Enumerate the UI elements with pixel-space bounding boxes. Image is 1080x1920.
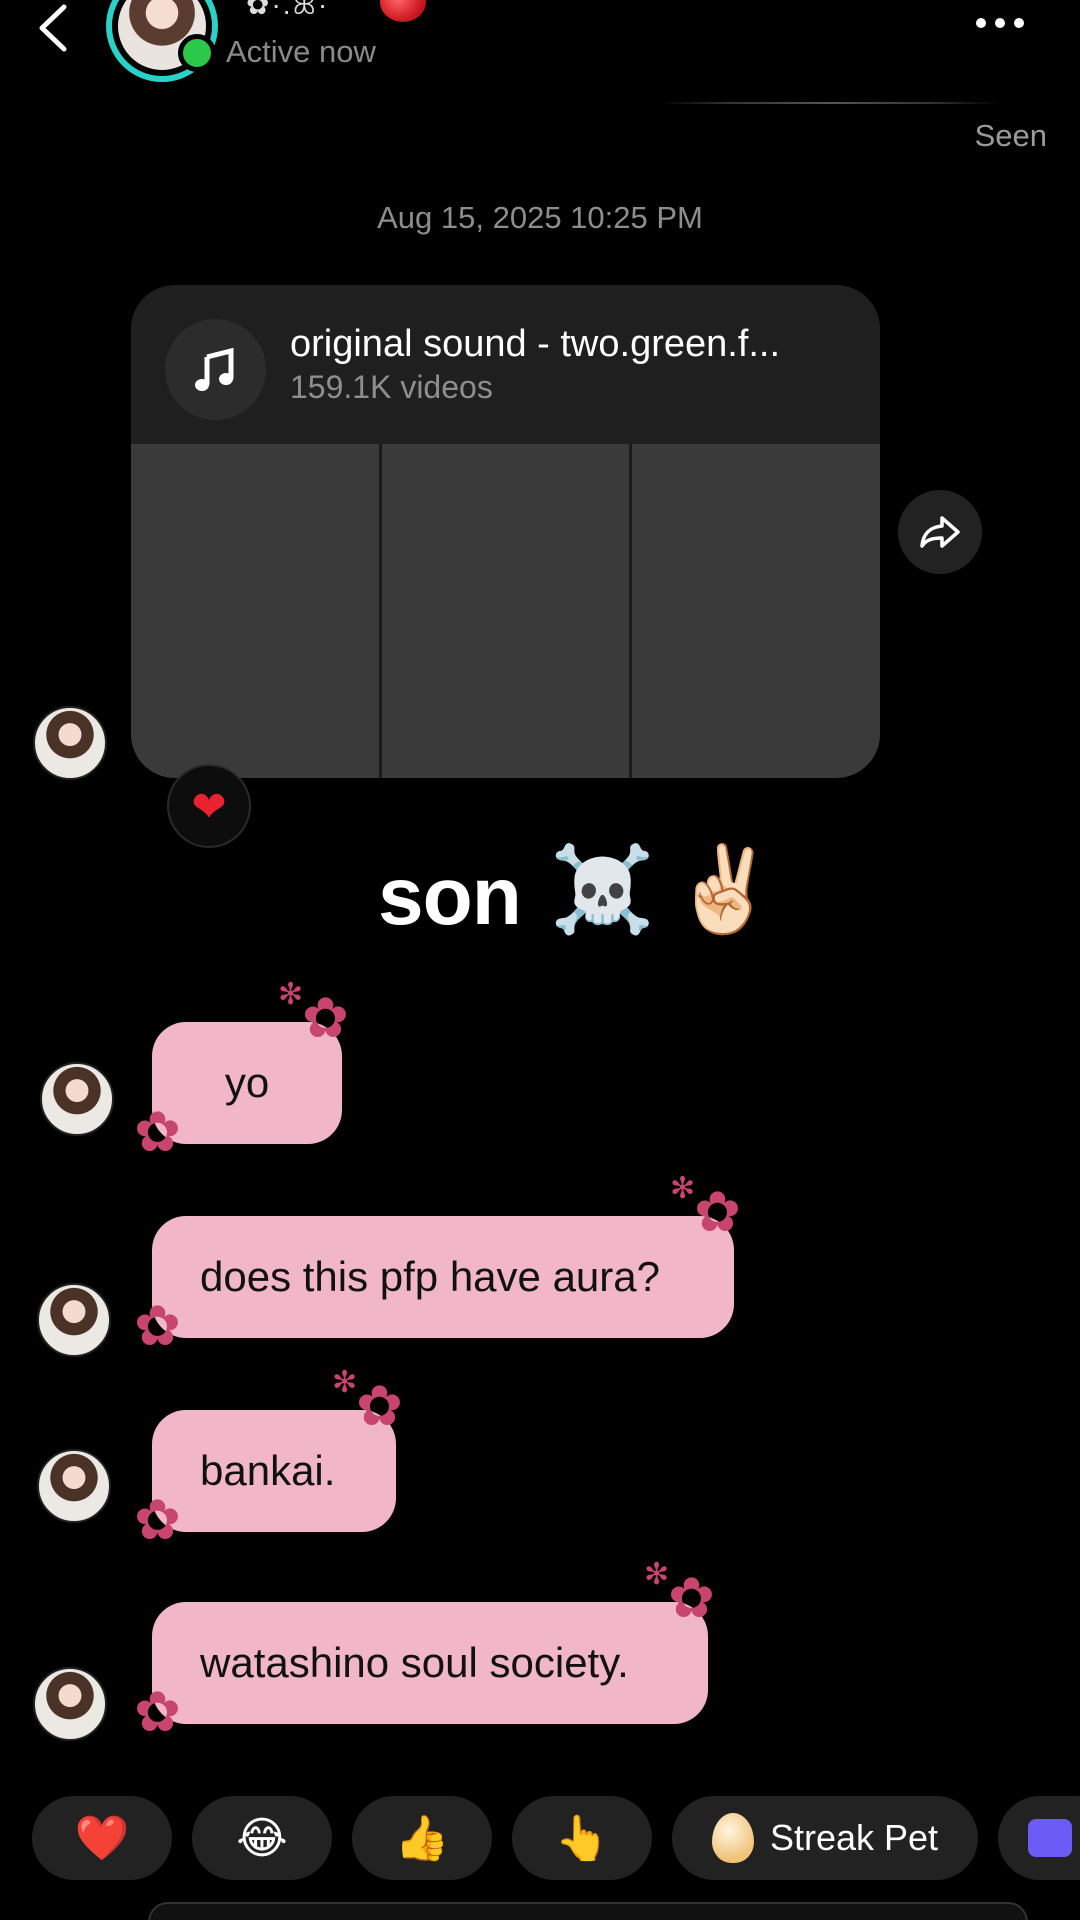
- heart-reaction-button[interactable]: ❤️: [32, 1796, 172, 1880]
- sender-avatar[interactable]: [40, 1062, 114, 1136]
- sender-avatar[interactable]: [33, 1667, 107, 1741]
- more-dot-icon: [1014, 18, 1024, 28]
- more-options-button[interactable]: [976, 18, 1024, 28]
- more-dot-icon: [976, 18, 986, 28]
- sender-avatar[interactable]: [37, 1449, 111, 1523]
- thumbs-up-reaction-button[interactable]: 👍: [352, 1796, 492, 1880]
- message-text: does this pfp have aura?: [200, 1253, 660, 1300]
- header-name-decoration[interactable]: ✿·.ꕤ·: [246, 0, 329, 22]
- header-avatar[interactable]: [106, 0, 218, 82]
- flower-icon: ✿: [134, 1294, 181, 1357]
- video-thumbnail[interactable]: [632, 444, 880, 778]
- back-button[interactable]: [36, 0, 86, 56]
- laughing-reaction-button[interactable]: 😂: [192, 1796, 332, 1880]
- flower-icon: ✿: [134, 1488, 181, 1551]
- message-timestamp: Aug 15, 2025 10:25 PM: [377, 200, 703, 235]
- video-thumbnail[interactable]: [131, 444, 379, 778]
- flower-icon: ✿: [356, 1374, 403, 1437]
- message-input[interactable]: [148, 1902, 1028, 1920]
- message-bubble[interactable]: does this pfp have aura?: [152, 1216, 734, 1338]
- flower-icon: ✿: [694, 1180, 741, 1243]
- message-text: bankai.: [200, 1447, 336, 1494]
- flower-icon: ✿: [134, 1680, 181, 1743]
- active-status: Active now: [226, 34, 376, 69]
- video-call-button[interactable]: [998, 1796, 1080, 1880]
- sound-card[interactable]: original sound - two.green.f... 159.1K v…: [131, 285, 880, 778]
- quick-reactions-bar: ❤️ 😂 👍 👆 Streak Pet: [32, 1796, 1080, 1880]
- flower-icon: ✿: [302, 986, 349, 1049]
- video-thumbnail[interactable]: [381, 444, 630, 778]
- small-flower-icon: ✻: [278, 978, 304, 1011]
- share-button[interactable]: [898, 490, 982, 574]
- share-arrow-icon: [920, 516, 960, 548]
- message-bubble[interactable]: watashino soul society.: [152, 1602, 708, 1724]
- online-indicator: [178, 34, 216, 72]
- video-thumbnails: [131, 444, 880, 778]
- video-icon: [1028, 1819, 1072, 1857]
- sender-avatar[interactable]: [37, 1283, 111, 1357]
- small-flower-icon: ✻: [670, 1172, 696, 1205]
- music-note-icon: [165, 319, 266, 420]
- skull-crossbones-emoji-icon: ☠️: [550, 842, 655, 936]
- pointing-reaction-button[interactable]: 👆: [512, 1796, 652, 1880]
- message-text: watashino soul society.: [200, 1639, 629, 1686]
- apple-emoji-icon: [380, 0, 426, 22]
- sound-video-count: 159.1K videos: [290, 369, 493, 405]
- small-flower-icon: ✻: [644, 1558, 670, 1591]
- small-flower-icon: ✻: [332, 1366, 358, 1399]
- streak-pet-button[interactable]: Streak Pet: [672, 1796, 978, 1880]
- sticker-text: son: [378, 851, 522, 942]
- streak-pet-label: Streak Pet: [769, 1817, 939, 1858]
- sender-avatar[interactable]: [33, 706, 107, 780]
- seen-label: Seen: [974, 118, 1047, 153]
- flower-icon: ✿: [668, 1566, 715, 1629]
- divider: [660, 102, 1000, 104]
- chevron-left-icon: [39, 4, 67, 52]
- egg-pet-icon: [711, 1813, 754, 1863]
- more-dot-icon: [995, 18, 1005, 28]
- victory-hand-emoji-icon: ✌🏻: [672, 842, 777, 936]
- message-text: yo: [224, 1059, 270, 1106]
- sound-card-header: original sound - two.green.f... 159.1K v…: [131, 285, 880, 444]
- heart-reaction-badge[interactable]: ❤: [167, 764, 251, 848]
- sound-title: original sound - two.green.f...: [290, 323, 781, 365]
- flower-icon: ✿: [134, 1100, 181, 1163]
